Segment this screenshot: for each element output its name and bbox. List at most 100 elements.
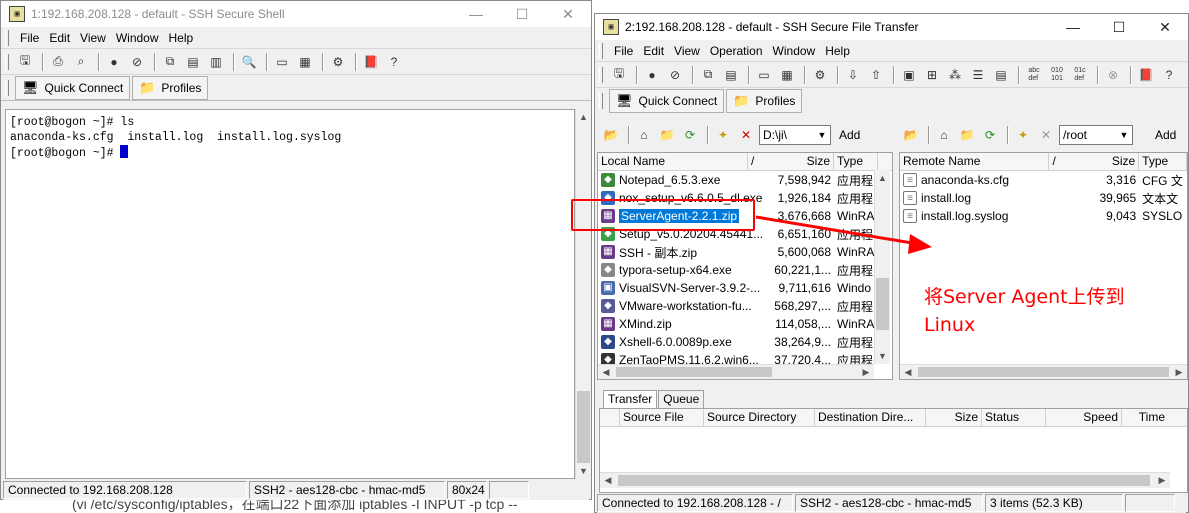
- terminal-scrollbar[interactable]: ▲ ▼: [575, 109, 591, 479]
- parent-folder-icon[interactable]: 📁: [657, 125, 677, 145]
- menu-edit[interactable]: Edit: [638, 41, 669, 61]
- column-destination-directory[interactable]: Destination Dire...: [815, 409, 926, 426]
- auto-mode-icon[interactable]: 01c def: [1070, 65, 1090, 85]
- new-file-transfer-icon[interactable]: ▦: [295, 52, 315, 72]
- column-size[interactable]: Size: [926, 409, 982, 426]
- scroll-left-icon[interactable]: ◀: [600, 473, 616, 488]
- column-speed[interactable]: Speed: [1046, 409, 1122, 426]
- tab-transfer[interactable]: Transfer: [603, 390, 658, 408]
- column-size[interactable]: Size: [1069, 153, 1140, 170]
- new-terminal-icon[interactable]: ▭: [272, 52, 292, 72]
- column-type[interactable]: Type: [834, 153, 878, 170]
- upload-icon[interactable]: ⇧: [866, 65, 886, 85]
- tab-queue[interactable]: Queue: [658, 390, 705, 408]
- profiles-button[interactable]: 📁 Profiles: [726, 89, 803, 113]
- connect-icon[interactable]: ●: [642, 65, 662, 85]
- column-source-directory[interactable]: Source Directory: [704, 409, 815, 426]
- copy-icon[interactable]: ⧉: [160, 52, 180, 72]
- local-file-row[interactable]: ◆ Notepad_6.5.3.exe 7,598,942 应用程: [598, 171, 892, 189]
- ascii-mode-icon[interactable]: abc def: [1024, 65, 1044, 85]
- menu-help[interactable]: Help: [820, 41, 855, 61]
- scrollbar-thumb[interactable]: [876, 278, 889, 330]
- save-icon[interactable]: 🖫: [15, 52, 35, 72]
- properties-icon[interactable]: ▣: [899, 65, 919, 85]
- connect-icon[interactable]: ●: [104, 52, 124, 72]
- new-file-transfer-icon[interactable]: ▦: [777, 65, 797, 85]
- paste-icon[interactable]: ▤: [721, 65, 741, 85]
- settings-icon[interactable]: ⚙: [810, 65, 830, 85]
- maximize-icon[interactable]: ☐: [1096, 14, 1142, 40]
- terminal-area[interactable]: [root@bogon ~]# ls anaconda-ks.cfg insta…: [5, 109, 575, 479]
- details-view-icon[interactable]: ▤: [991, 65, 1011, 85]
- binary-mode-icon[interactable]: 010 101: [1047, 65, 1067, 85]
- menu-view[interactable]: View: [75, 28, 111, 48]
- maximize-icon[interactable]: ☐: [499, 1, 545, 27]
- quick-connect-button[interactable]: 🖥 Quick Connect: [15, 75, 131, 100]
- quick-connect-button[interactable]: 🖥 Quick Connect: [609, 89, 725, 113]
- profiles-button[interactable]: 📁 Profiles: [132, 75, 209, 100]
- scroll-down-icon[interactable]: ▼: [875, 348, 890, 364]
- scrollbar-thumb[interactable]: [577, 391, 590, 463]
- local-file-row[interactable]: ▣ VisualSVN-Server-3.9.2-... 9,711,616 Wind…: [598, 279, 892, 297]
- delete-icon[interactable]: ✕: [736, 125, 756, 145]
- settings-icon[interactable]: ⚙: [328, 52, 348, 72]
- local-add-button[interactable]: Add: [831, 124, 868, 146]
- help-book-icon[interactable]: 📕: [1136, 65, 1156, 85]
- local-file-row[interactable]: ◆ VMware-workstation-fu... 568,297,... 应用程: [598, 297, 892, 315]
- transfer-hscrollbar[interactable]: ◀ ▶: [600, 472, 1170, 488]
- menu-help[interactable]: Help: [164, 28, 199, 48]
- refresh-icon[interactable]: ⟳: [680, 125, 700, 145]
- remote-file-list[interactable]: Remote Name / Size Type ≡ anaconda-ks.cfg…: [899, 152, 1188, 380]
- scrollbar-thumb[interactable]: [618, 475, 1150, 486]
- column-type[interactable]: Type: [1139, 153, 1187, 170]
- find-icon[interactable]: 🔍: [239, 52, 259, 72]
- new-folder-icon[interactable]: ✦: [1013, 125, 1033, 145]
- large-icons-icon[interactable]: ⊞: [922, 65, 942, 85]
- close-icon[interactable]: ✕: [1142, 14, 1188, 40]
- parent-folder-icon[interactable]: 📁: [957, 125, 977, 145]
- new-folder-icon[interactable]: ✦: [713, 125, 733, 145]
- context-help-icon[interactable]: ?: [384, 52, 404, 72]
- up-folder-icon[interactable]: 📂: [601, 125, 621, 145]
- scroll-right-icon[interactable]: ▶: [858, 365, 874, 379]
- up-folder-icon[interactable]: 📂: [901, 125, 921, 145]
- menu-file[interactable]: File: [609, 41, 638, 61]
- print-icon[interactable]: ⎙: [48, 52, 68, 72]
- minimize-icon[interactable]: —: [453, 1, 499, 27]
- menu-view[interactable]: View: [669, 41, 705, 61]
- delete-icon[interactable]: ✕: [1036, 125, 1056, 145]
- remote-add-button[interactable]: Add: [1147, 124, 1184, 146]
- scroll-left-icon[interactable]: ◀: [598, 365, 614, 379]
- scrollbar-thumb[interactable]: [918, 367, 1169, 377]
- column-status[interactable]: Status: [982, 409, 1046, 426]
- local-file-list[interactable]: Local Name / Size Type ◆ Notepad_6.5.3.ex…: [597, 152, 893, 380]
- remote-file-row[interactable]: ≡ anaconda-ks.cfg 3,316 CFG 文: [900, 171, 1187, 189]
- scroll-right-icon[interactable]: ▶: [1171, 365, 1187, 379]
- new-terminal-icon[interactable]: ▭: [754, 65, 774, 85]
- scroll-left-icon[interactable]: ◀: [900, 365, 916, 379]
- column-source-file[interactable]: Source File: [620, 409, 704, 426]
- home-icon[interactable]: ⌂: [934, 125, 954, 145]
- copy-icon[interactable]: ⧉: [698, 65, 718, 85]
- scroll-right-icon[interactable]: ▶: [1154, 473, 1170, 488]
- local-file-row[interactable]: ◆ Xshell-6.0.0089p.exe 38,264,9... 应用程: [598, 333, 892, 351]
- scroll-up-icon[interactable]: ▲: [875, 170, 890, 186]
- paste-special-icon[interactable]: ▥: [206, 52, 226, 72]
- home-icon[interactable]: ⌂: [634, 125, 654, 145]
- close-icon[interactable]: ✕: [545, 1, 591, 27]
- local-vscrollbar[interactable]: ▲ ▼: [874, 170, 890, 364]
- column-local-name[interactable]: Local Name: [598, 153, 748, 170]
- column-size[interactable]: Size: [768, 153, 834, 170]
- context-help-icon[interactable]: ?: [1159, 65, 1179, 85]
- column-time[interactable]: Time: [1122, 409, 1168, 426]
- local-path-combo[interactable]: D:\ji\ ▼: [759, 125, 831, 145]
- refresh-icon[interactable]: ⟳: [980, 125, 1000, 145]
- disconnect-icon[interactable]: ⊘: [127, 52, 147, 72]
- local-file-row[interactable]: ◆ typora-setup-x64.exe 60,221,1... 应用程: [598, 261, 892, 279]
- download-icon[interactable]: ⇩: [843, 65, 863, 85]
- menu-window[interactable]: Window: [768, 41, 821, 61]
- chevron-down-icon[interactable]: ▼: [814, 126, 830, 144]
- menu-file[interactable]: File: [15, 28, 44, 48]
- local-file-row[interactable]: ▦ XMind.zip 114,058,... WinRA: [598, 315, 892, 333]
- remote-file-row[interactable]: ≡ install.log.syslog 9,043 SYSLO: [900, 207, 1187, 225]
